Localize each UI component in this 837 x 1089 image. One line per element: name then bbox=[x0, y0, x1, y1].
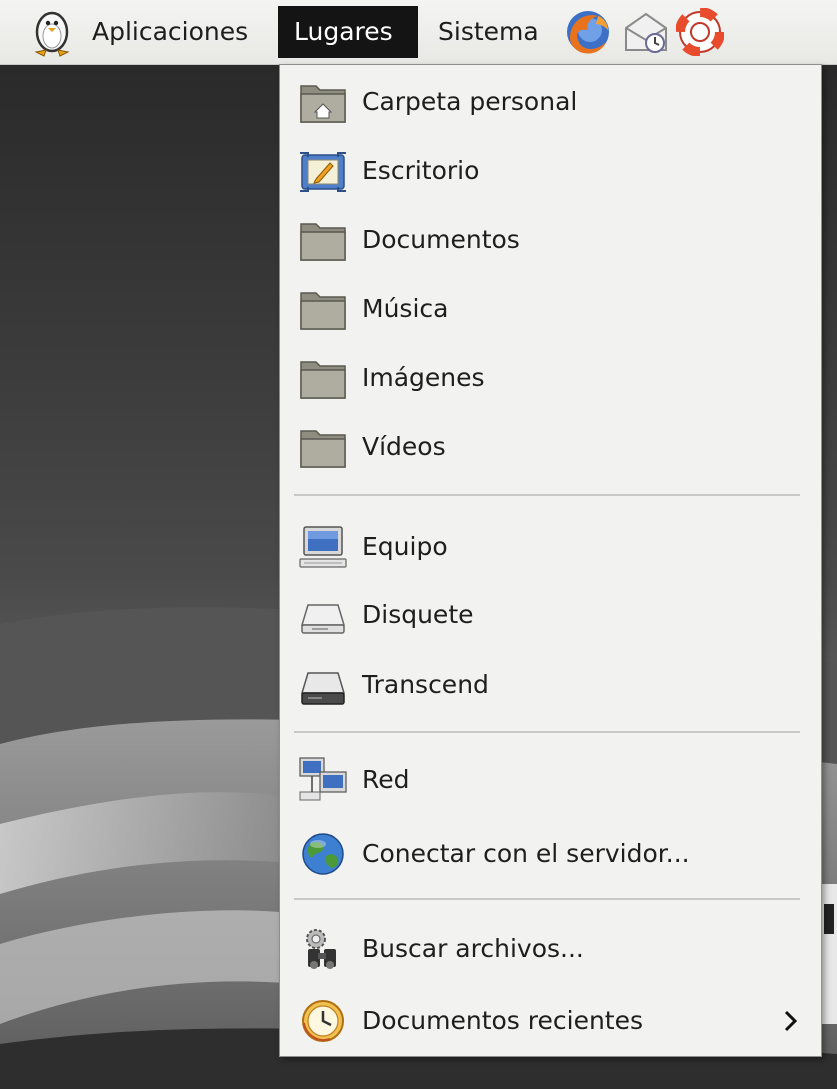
menu-item-label: Equipo bbox=[362, 532, 448, 561]
menu-item-label: Documentos recientes bbox=[362, 1006, 644, 1035]
menu-separator bbox=[294, 494, 800, 496]
menu-item-musica[interactable]: Música bbox=[280, 277, 821, 341]
home-folder-icon bbox=[298, 78, 348, 126]
menu-sistema-label: Sistema bbox=[438, 17, 539, 46]
menu-item-label: Disquete bbox=[362, 600, 474, 629]
recent-documents-icon bbox=[298, 997, 348, 1045]
menu-item-equipo[interactable]: Equipo bbox=[280, 515, 821, 579]
menu-lugares-label: Lugares bbox=[294, 17, 393, 46]
menu-separator bbox=[294, 731, 800, 733]
menu-item-disquete[interactable]: Disquete bbox=[280, 583, 821, 647]
menu-item-label: Carpeta personal bbox=[362, 87, 578, 116]
menu-item-transcend[interactable]: Transcend bbox=[280, 653, 821, 717]
menu-separator bbox=[294, 898, 800, 900]
help-icon[interactable] bbox=[675, 7, 725, 57]
computer-icon bbox=[298, 523, 348, 571]
menu-item-label: Música bbox=[362, 294, 449, 323]
menu-item-documentos-recientes[interactable]: Documentos recientes bbox=[280, 989, 821, 1053]
folder-icon bbox=[298, 423, 348, 471]
folder-icon bbox=[298, 285, 348, 333]
globe-icon bbox=[298, 830, 348, 878]
menu-item-label: Conectar con el servidor... bbox=[362, 839, 690, 868]
folder-icon bbox=[298, 216, 348, 264]
floppy-drive-icon bbox=[298, 591, 348, 639]
main-menu-logo-icon[interactable] bbox=[26, 6, 78, 60]
menu-item-documentos[interactable]: Documentos bbox=[280, 208, 821, 272]
places-menu: Carpeta personal Escritorio Documentos M… bbox=[279, 64, 822, 1057]
folder-icon bbox=[298, 354, 348, 402]
menu-item-label: Transcend bbox=[362, 670, 489, 699]
search-files-icon bbox=[298, 925, 348, 973]
menu-item-label: Imágenes bbox=[362, 363, 485, 392]
menu-lugares[interactable]: Lugares bbox=[278, 6, 418, 58]
firefox-icon[interactable] bbox=[564, 8, 612, 56]
menu-item-label: Escritorio bbox=[362, 156, 480, 185]
menu-item-label: Documentos bbox=[362, 225, 520, 254]
menu-item-label: Red bbox=[362, 765, 410, 794]
menu-item-carpeta-personal[interactable]: Carpeta personal bbox=[280, 70, 821, 134]
top-panel: Aplicaciones Lugares Sistema bbox=[0, 0, 837, 65]
menu-item-label: Buscar archivos... bbox=[362, 934, 584, 963]
menu-item-videos[interactable]: Vídeos bbox=[280, 415, 821, 479]
removable-drive-icon bbox=[298, 661, 348, 709]
menu-item-escritorio[interactable]: Escritorio bbox=[280, 139, 821, 203]
menu-item-buscar-archivos[interactable]: Buscar archivos... bbox=[280, 917, 821, 981]
chevron-right-icon bbox=[780, 1007, 802, 1035]
network-icon bbox=[298, 756, 348, 804]
menu-item-imagenes[interactable]: Imágenes bbox=[280, 346, 821, 410]
menu-item-red[interactable]: Red bbox=[280, 748, 821, 812]
menu-aplicaciones[interactable]: Aplicaciones bbox=[82, 6, 258, 58]
menu-item-label: Vídeos bbox=[362, 432, 446, 461]
menu-sistema[interactable]: Sistema bbox=[428, 6, 549, 58]
mail-icon[interactable] bbox=[622, 8, 670, 56]
desktop-folder-icon bbox=[298, 147, 348, 195]
menu-aplicaciones-label: Aplicaciones bbox=[92, 17, 249, 46]
menu-item-conectar-servidor[interactable]: Conectar con el servidor... bbox=[280, 822, 821, 886]
